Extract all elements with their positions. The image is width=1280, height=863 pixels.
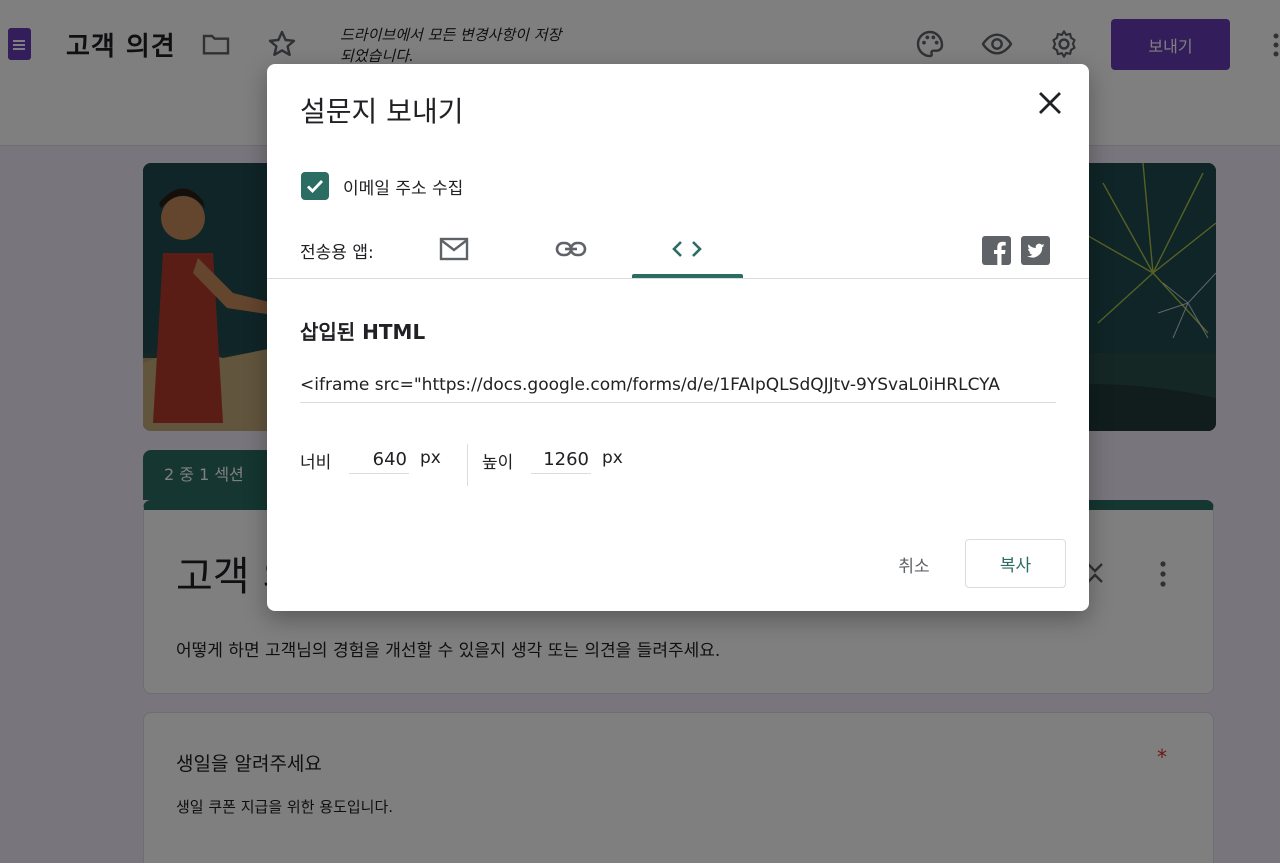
mail-icon[interactable] xyxy=(436,234,472,264)
send-via-label: 전송용 앱: xyxy=(300,243,374,263)
width-input[interactable] xyxy=(349,446,409,474)
collect-email-label[interactable]: 이메일 주소 수집 xyxy=(343,174,463,199)
twitter-icon[interactable] xyxy=(1021,236,1050,265)
tabs-divider xyxy=(267,278,1089,279)
send-form-dialog: 설문지 보내기 이메일 주소 수집 전송용 앱: 삽입된 HTML 너비 px … xyxy=(267,64,1089,611)
collect-email-checkbox[interactable] xyxy=(301,172,329,200)
height-unit: px xyxy=(602,448,623,468)
embed-code-field[interactable] xyxy=(300,368,1056,403)
facebook-icon[interactable] xyxy=(982,236,1011,265)
copy-button[interactable]: 복사 xyxy=(965,539,1066,588)
height-input[interactable] xyxy=(531,446,591,474)
embed-code-icon[interactable] xyxy=(669,234,705,264)
embed-html-heading: 삽입된 HTML xyxy=(300,320,426,344)
link-icon[interactable] xyxy=(553,234,589,264)
dialog-title: 설문지 보내기 xyxy=(300,95,464,128)
dimension-divider xyxy=(467,444,468,486)
close-icon[interactable] xyxy=(1035,88,1065,118)
width-unit: px xyxy=(420,448,441,468)
cancel-button[interactable]: 취소 xyxy=(879,539,949,589)
width-label: 너비 xyxy=(300,453,332,473)
height-label: 높이 xyxy=(482,453,514,473)
